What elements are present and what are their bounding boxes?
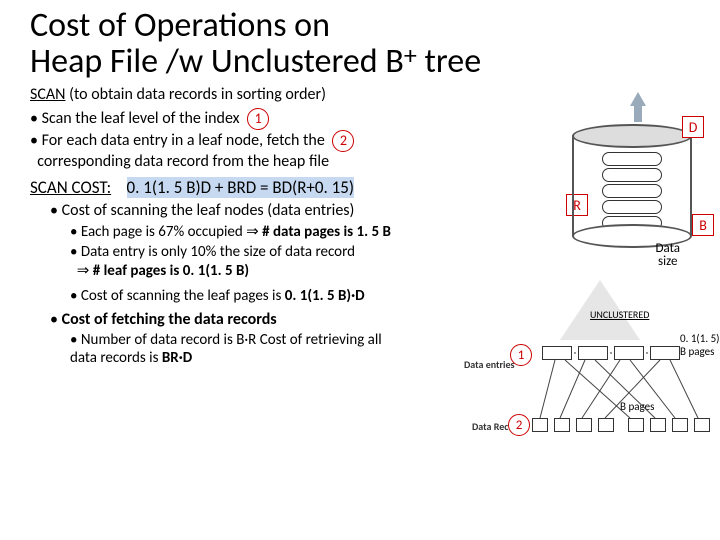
scan-cost-formula: 0. 1(1. 5 B)D + BRD = BD(R+0. 15) [127,177,355,198]
sub1a-text: Each page is 67% occupied [81,223,246,241]
bullet-2b: corresponding data record from the heap … [37,152,329,171]
cylinder-body [572,136,692,236]
title-line2a: Heap File /w Unclustered B [30,41,404,82]
connector-lines [470,280,720,450]
implies-1: ⇒ [246,223,259,240]
sub1b-text: Data entry is only 10% the size of data … [81,243,355,261]
bullet-2a: For each data entry in a leaf node, fetc… [42,131,325,150]
sub1d-bold: 0. 1(1. 5 B)·D [285,287,365,305]
slide-title: Cost of Operations on Heap File /w Unclu… [0,0,720,83]
title-line2b: tree [424,41,481,82]
badge-2: 2 [332,130,354,152]
fetch-text: Cost of fetching the data records [62,310,277,329]
data-size-text: Data size [655,241,680,269]
badge-B: B [692,214,714,236]
subf-bold: BR·D [162,349,192,367]
page-row [602,200,662,214]
badge-D: D [682,116,704,138]
subf-text: Number of data record is B·R Cost of ret… [70,331,382,367]
scan-paren: (to obtain data records in sorting order… [65,85,325,104]
title-sup: + [404,39,417,71]
cost-line1: Cost of scanning the leaf nodes (data en… [62,201,355,220]
page-row [602,184,662,198]
scan-heading: SCAN [30,85,65,104]
page-row [602,168,662,182]
sub1d-text: Cost of scanning the leaf pages is [81,287,285,305]
sub1a-bold: # data pages is 1. 5 B [259,223,391,241]
implies-2: ⇒ [77,262,90,279]
data-size-label: Data size [655,242,680,268]
page-row [602,152,662,166]
bullet-1-text: Scan the leaf level of the index [42,109,240,128]
badge-1: 1 [247,108,269,130]
scan-heading-line: SCAN (to obtain data records in sorting … [0,83,720,106]
arrow-stem [634,104,642,122]
sub1c-bold: # leaf pages is 0. 1(1. 5 B) [89,262,249,280]
sub-fetch-detail: • Number of data record is B·R Cost of r… [0,330,430,368]
scan-cost-label: SCAN COST: [30,177,111,198]
scan-bullets: • Scan the leaf level of the index 1 • F… [0,106,480,175]
